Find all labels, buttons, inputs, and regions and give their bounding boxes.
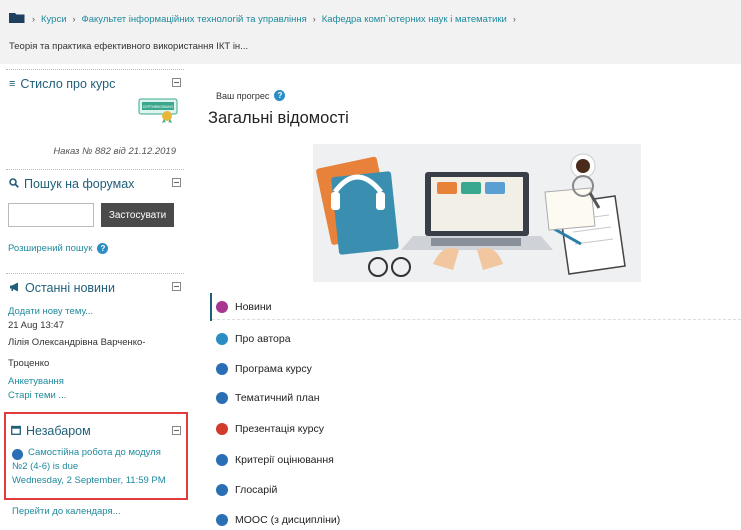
section-indicator xyxy=(210,293,212,321)
news-date: 21 Aug 13:47 xyxy=(8,320,64,331)
forum-icon xyxy=(216,301,228,313)
old-topics-link[interactable]: Старі теми ... xyxy=(8,390,66,401)
activity-label: Програма курсу xyxy=(235,363,312,375)
page-icon xyxy=(216,454,228,466)
calendar-icon xyxy=(11,425,21,438)
help-icon[interactable]: ? xyxy=(274,90,286,101)
course-banner-image xyxy=(313,144,641,282)
breadcrumb-department[interactable]: Кафедра комп`ютерних наук і математики xyxy=(322,14,507,25)
page-icon xyxy=(216,514,228,526)
page-icon xyxy=(216,392,228,404)
collapse-icon[interactable] xyxy=(172,78,181,87)
url-icon xyxy=(216,333,228,345)
course-content: Ваш прогрес ? Загальні відомості Новини … xyxy=(200,64,741,530)
section-title: Загальні відомості xyxy=(208,109,349,127)
forum-search-title-text: Пошук на форумах xyxy=(24,177,135,191)
list-icon: ≡ xyxy=(9,77,16,90)
activity-about-author[interactable]: Про автора xyxy=(216,333,291,345)
block-divider xyxy=(6,69,184,70)
assignment-icon xyxy=(12,449,23,460)
search-icon xyxy=(9,177,19,191)
progress-indicator: Ваш прогрес ? xyxy=(216,90,286,101)
activity-label: Тематичний план xyxy=(235,392,320,404)
activity-label: МООС (з дисципліни) xyxy=(235,514,341,526)
folder-icon[interactable] xyxy=(9,12,26,26)
advanced-search: Розширений пошук ? xyxy=(8,243,109,254)
activity-label: Про автора xyxy=(235,333,291,345)
glossary-icon xyxy=(216,484,228,496)
upcoming-title: Незабаром xyxy=(11,424,91,438)
breadcrumb: › Курси › Факультет інформаційних технол… xyxy=(9,12,522,26)
breadcrumb-faculty[interactable]: Факультет інформаційних технологій та уп… xyxy=(82,14,307,25)
activity-thematic-plan[interactable]: Тематичний план xyxy=(216,392,320,404)
collapse-icon[interactable] xyxy=(172,282,181,291)
collapse-icon[interactable] xyxy=(172,426,181,435)
block-divider xyxy=(6,273,184,274)
upcoming-title-text: Незабаром xyxy=(26,424,91,438)
breadcrumb-separator: › xyxy=(72,14,76,24)
progress-label: Ваш прогрес xyxy=(216,90,270,101)
activity-label: Глосарій xyxy=(235,484,278,496)
advanced-search-link[interactable]: Розширений пошук xyxy=(8,243,92,254)
certified-badge-icon: СЕРТИФІКОВАНО xyxy=(138,98,178,123)
activity-label: Новини xyxy=(235,301,272,313)
badge-text: СЕРТИФІКОВАНО xyxy=(143,105,174,109)
collapse-icon[interactable] xyxy=(172,178,181,187)
activity-divider xyxy=(212,319,741,320)
go-to-calendar-link[interactable]: Перейти до календаря... xyxy=(12,506,121,517)
event-due-date: Wednesday, 2 September, 11:59 PM xyxy=(12,475,166,486)
activity-presentation[interactable]: Презентація курсу xyxy=(216,423,324,435)
page-icon xyxy=(216,363,228,375)
activity-mooc[interactable]: МООС (з дисципліни) xyxy=(216,514,340,526)
sidebar: ≡ Стисло про курс СЕРТИФІКОВАНО Наказ № … xyxy=(0,64,195,530)
activity-glossary[interactable]: Глосарій xyxy=(216,484,277,496)
page-title: Теорія та практика ефективного використа… xyxy=(9,41,249,52)
apply-button[interactable]: Застосувати xyxy=(101,203,174,227)
block-divider xyxy=(6,169,184,170)
breadcrumb-separator: › xyxy=(32,14,35,24)
breadcrumb-bar: › Курси › Факультет інформаційних технол… xyxy=(0,0,741,64)
forum-search-title: Пошук на форумах xyxy=(9,177,134,191)
activity-label: Презентація курсу xyxy=(235,423,324,435)
activity-label: Критерії оцінювання xyxy=(235,454,334,466)
forum-search-input[interactable] xyxy=(8,203,94,227)
news-author: Лілія Олександрівна Варченко- xyxy=(8,337,146,348)
breadcrumb-separator: › xyxy=(512,14,516,24)
activity-criteria[interactable]: Критерії оцінювання xyxy=(216,454,334,466)
event-link-cont[interactable]: №2 (4-6) is due xyxy=(12,461,78,472)
activity-news[interactable]: Новини xyxy=(216,301,272,313)
help-icon[interactable]: ? xyxy=(97,243,109,254)
course-summary-title: ≡ Стисло про курс xyxy=(9,77,115,91)
news-author-cont: Троценко xyxy=(8,358,50,369)
latest-news-title: Останні новини xyxy=(9,281,115,295)
latest-news-block: Останні новини Додати нову тему... 21 Au… xyxy=(6,273,184,406)
activity-program[interactable]: Програма курсу xyxy=(216,363,312,375)
latest-news-title-text: Останні новини xyxy=(25,281,115,295)
breadcrumb-separator: › xyxy=(312,14,316,24)
course-summary-block: ≡ Стисло про курс СЕРТИФІКОВАНО Наказ № … xyxy=(6,69,184,177)
course-summary-title-text: Стисло про курс xyxy=(20,77,116,91)
forum-search-block: Пошук на форумах Застосувати Розширений … xyxy=(6,169,184,277)
pdf-icon xyxy=(216,423,228,435)
upcoming-events-block: Незабаром Самостійна робота до модуля №2… xyxy=(4,412,188,500)
news-post-link[interactable]: Анкетування xyxy=(8,376,64,387)
order-text: Наказ № 882 від 21.12.2019 xyxy=(53,146,176,157)
add-topic-link[interactable]: Додати нову тему... xyxy=(8,306,93,317)
megaphone-icon xyxy=(9,282,20,295)
event-link[interactable]: Самостійна робота до модуля xyxy=(28,447,161,458)
breadcrumb-courses[interactable]: Курси xyxy=(41,14,67,25)
